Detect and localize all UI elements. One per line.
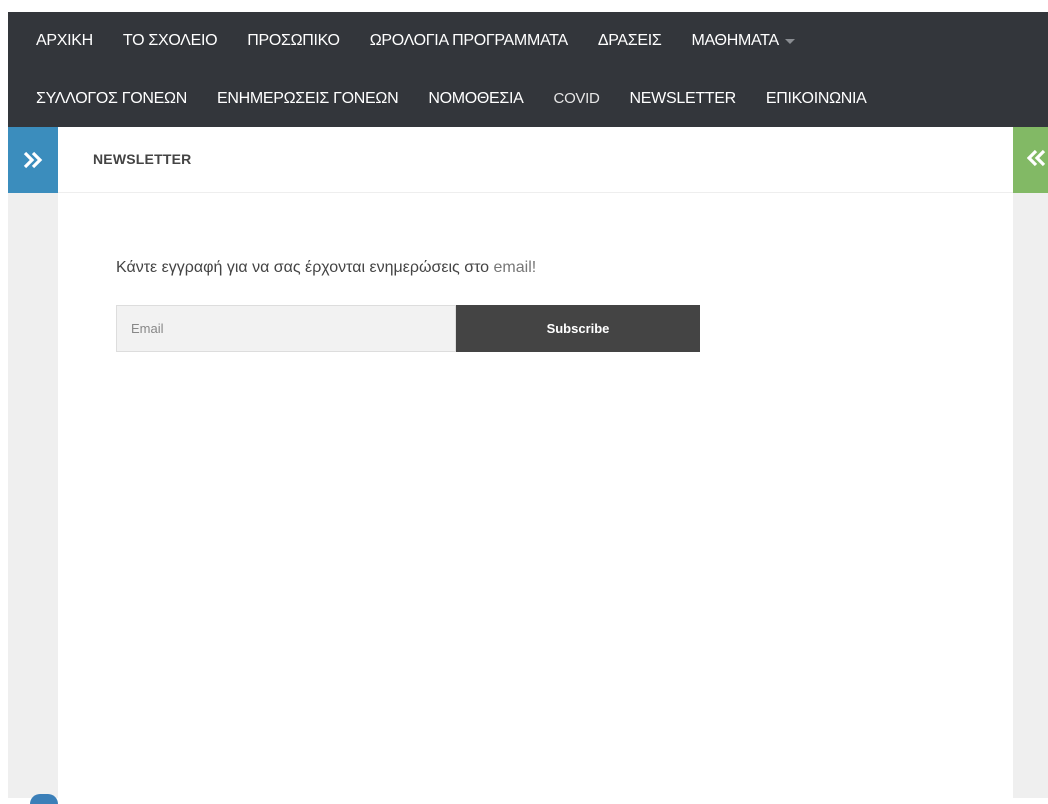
main-content: NEWSLETTER Κάντε εγγραφή για να σας έρχο… [58,127,1013,798]
nav-item-newsletter[interactable]: NEWSLETTER [630,90,737,108]
right-sidebar-toggle[interactable] [1013,127,1048,193]
left-sidebar-strip [8,127,58,798]
nav-item-covid[interactable]: COVID [554,90,600,107]
left-sidebar-toggle[interactable] [8,127,58,193]
right-sidebar-strip [1013,127,1048,798]
nav-row-primary: ΑΡΧΙΚΗ ΤΟ ΣΧΟΛΕΙΟ ΠΡΟΣΩΠΙΚΟ ΩΡΟΛΟΓΙΑ ΠΡΟ… [8,12,825,69]
nav-item-parents-association[interactable]: ΣΥΛΛΟΓΟΣ ΓΟΝΕΩΝ [36,90,187,108]
nav-item-staff[interactable]: ΠΡΟΣΩΠΙΚΟ [247,32,340,50]
nav-item-contact[interactable]: ΕΠΙΚΟΙΝΩΝΙΑ [766,90,867,108]
caret-down-icon [784,39,795,44]
main-navigation: ΑΡΧΙΚΗ ΤΟ ΣΧΟΛΕΙΟ ΠΡΟΣΩΠΙΚΟ ΩΡΟΛΟΓΙΑ ΠΡΟ… [8,12,1048,127]
nav-row-secondary: ΣΥΛΛΟΓΟΣ ΓΟΝΕΩΝ ΕΝΗΜΕΡΩΣΕΙΣ ΓΟΝΕΩΝ ΝΟΜΟΘ… [8,70,897,127]
nav-item-home[interactable]: ΑΡΧΙΚΗ [36,32,93,50]
subscribe-button[interactable]: Subscribe [456,305,700,352]
nav-item-lessons[interactable]: ΜΑΘΗΜΑΤΑ [691,31,795,50]
intro-text: Κάντε εγγραφή για να σας έρχονται ενημερ… [116,259,490,276]
double-chevron-left-icon [1027,149,1046,167]
page-title: NEWSLETTER [93,151,192,167]
nav-item-school[interactable]: ΤΟ ΣΧΟΛΕΙΟ [123,32,218,50]
nav-item-parent-updates[interactable]: ΕΝΗΜΕΡΩΣΕΙΣ ΓΟΝΕΩΝ [217,90,399,108]
floating-button-edge[interactable] [30,794,58,804]
newsletter-intro-text: Κάντε εγγραφή για να σας έρχονται ενημερ… [116,259,536,277]
nav-item-lessons-label: ΜΑΘΗΜΑΤΑ [691,31,779,49]
double-chevron-right-icon [23,151,43,169]
nav-item-timetables[interactable]: ΩΡΟΛΟΓΙΑ ΠΡΟΓΡΑΜΜΑΤΑ [370,32,568,50]
page-header-bar: NEWSLETTER [58,127,1013,193]
email-input[interactable] [116,305,456,352]
nav-item-activities[interactable]: ΔΡΑΣΕΙΣ [598,32,662,50]
intro-email-word: email! [493,259,537,276]
nav-item-legislation[interactable]: ΝΟΜΟΘΕΣΙΑ [428,90,524,108]
